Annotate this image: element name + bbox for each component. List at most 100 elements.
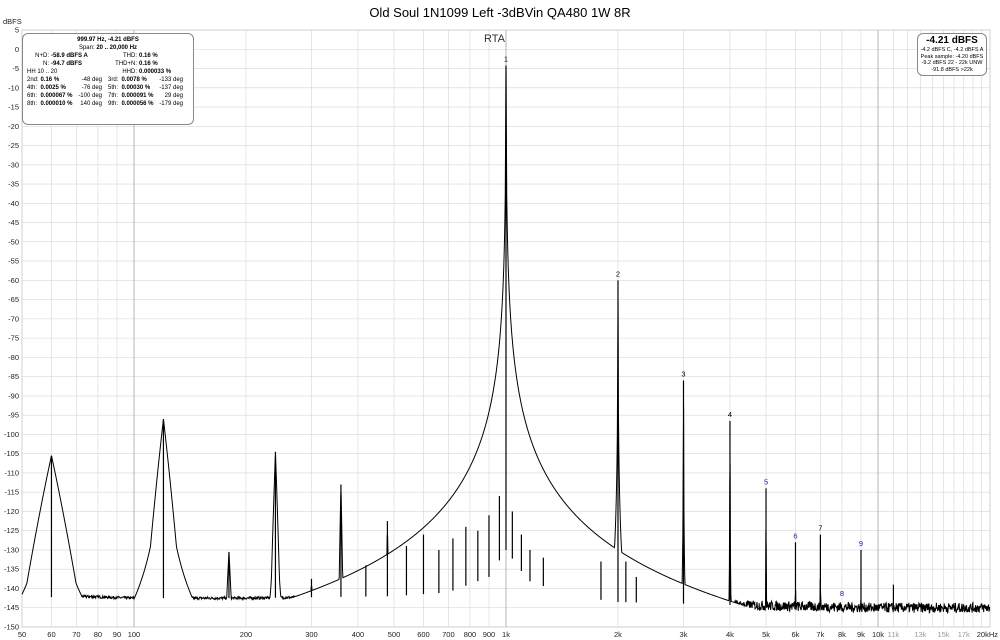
y-tick-label: 0 bbox=[15, 45, 19, 54]
harmonic-phase: 29 deg bbox=[164, 93, 183, 99]
x-tick-label: 400 bbox=[352, 630, 365, 639]
x-tick-label: 100 bbox=[128, 630, 141, 639]
y-tick-label: -50 bbox=[8, 237, 19, 246]
y-tick-label: -65 bbox=[8, 295, 19, 304]
x-tick-label: 90 bbox=[113, 630, 121, 639]
harmonic-label: 2nd: bbox=[27, 77, 39, 83]
x-tick-label: 7k bbox=[816, 630, 824, 639]
y-tick-label: -70 bbox=[8, 314, 19, 323]
harmonic-value: 0.000067 % bbox=[40, 93, 73, 99]
stats-value: 0.000033 % bbox=[139, 69, 172, 75]
stats-label: HH 10 .. 20 bbox=[27, 69, 58, 75]
harmonic-label-6: 6 bbox=[793, 531, 797, 540]
harmonic-phase: 140 deg bbox=[80, 101, 102, 107]
harmonic-label: 6th: bbox=[27, 93, 38, 99]
harmonic-value: 0.000056 % bbox=[121, 101, 154, 107]
y-tick-label: -30 bbox=[8, 160, 19, 169]
harmonic-label-1: 1 bbox=[504, 54, 508, 63]
harmonic-phase: -100 deg bbox=[78, 93, 102, 99]
harmonic-value: 0.000091 % bbox=[121, 93, 154, 99]
x-tick-label: 9k bbox=[857, 630, 865, 639]
stats-label: N+D: bbox=[35, 53, 49, 59]
harmonic-label-3: 3 bbox=[681, 369, 685, 378]
harmonic-label-5: 5 bbox=[764, 477, 768, 486]
harmonic-row: 4th: 0.0025 % -76 deg 5th: 0.00030 % -137 deg bbox=[27, 84, 189, 92]
x-tick-label: 8k bbox=[838, 630, 846, 639]
x-tick-label: 60 bbox=[47, 630, 55, 639]
chart-subtitle: RTA bbox=[484, 33, 505, 45]
y-tick-label: -115 bbox=[5, 488, 19, 497]
y-tick-label: -80 bbox=[8, 353, 19, 362]
x-tick-label: 2k bbox=[614, 630, 622, 639]
y-tick-label: -15 bbox=[8, 103, 19, 112]
x-tick-label: 200 bbox=[240, 630, 253, 639]
harmonic-phase: -179 deg bbox=[159, 101, 183, 107]
level-readout-line4: -91.8 dBFS >22k bbox=[931, 66, 973, 73]
x-tick-label-minor: 15k bbox=[937, 630, 949, 639]
stats-span-label: Span: bbox=[78, 45, 95, 51]
x-tick-label: 80 bbox=[94, 630, 102, 639]
stats-row: N: -94.7 dBFS THD+N: 0.16 % bbox=[27, 60, 189, 68]
stats-label: N: bbox=[43, 61, 49, 67]
harmonic-label-8: 8 bbox=[840, 589, 844, 598]
y-tick-label: -5 bbox=[12, 64, 19, 73]
x-tick-label: 700 bbox=[442, 630, 455, 639]
y-tick-label: -145 bbox=[4, 603, 19, 612]
x-tick-label: 6k bbox=[792, 630, 800, 639]
y-tick-label: -140 bbox=[4, 584, 19, 593]
y-tick-label: -55 bbox=[8, 257, 19, 266]
y-tick-label: -20 bbox=[8, 122, 19, 131]
harmonic-label: 7th: bbox=[108, 93, 119, 99]
y-tick-label: -110 bbox=[5, 468, 19, 477]
stats-label: THD: bbox=[123, 53, 137, 59]
harmonic-row: 2nd: 0.16 % -48 deg 3rd: 0.0078 % -133 deg bbox=[27, 76, 189, 84]
x-tick-label: 1k bbox=[502, 630, 510, 639]
harmonic-label: 5th: bbox=[108, 85, 119, 91]
harmonic-phase: -48 deg bbox=[81, 77, 102, 83]
harmonic-phase: -76 deg bbox=[81, 85, 102, 91]
harmonic-label-9: 9 bbox=[859, 539, 863, 548]
y-tick-label: 5 bbox=[15, 26, 19, 35]
level-readout-panel: -4.21 dBFS -4.2 dBFS C, -4.2 dBFS A Peak… bbox=[917, 33, 987, 76]
x-tick-label: 70 bbox=[72, 630, 80, 639]
y-tick-label: -105 bbox=[4, 449, 19, 458]
y-tick-label: -120 bbox=[4, 507, 19, 516]
y-tick-label: -25 bbox=[8, 141, 19, 150]
stats-label: THD+N: bbox=[115, 61, 137, 67]
x-tick-label: 5k bbox=[762, 630, 770, 639]
stats-rows: N+D: -58.9 dBFS A THD: 0.16 % N: -94.7 dBFS TH… bbox=[27, 52, 189, 76]
x-tick-label: 900 bbox=[483, 630, 496, 639]
y-tick-label: -60 bbox=[8, 276, 19, 285]
stats-frequency-level: 999.97 Hz, -4.21 dBFS bbox=[77, 37, 139, 43]
level-readout-line3: -9.2 dBFS 22 - 22k UNW bbox=[921, 60, 983, 66]
harmonic-value: 0.16 % bbox=[40, 77, 60, 83]
harmonic-value: 0.0025 % bbox=[40, 85, 66, 91]
x-tick-label: 10k bbox=[872, 630, 884, 639]
y-tick-label: -95 bbox=[8, 411, 19, 420]
stats-value: 0.16 % bbox=[139, 53, 158, 59]
stats-value: 0.16 % bbox=[139, 61, 158, 67]
y-tick-label: -10 bbox=[8, 83, 19, 92]
harmonic-label: 3rd: bbox=[108, 77, 119, 83]
level-readout-line1: -4.2 dBFS C, -4.2 dBFS A bbox=[920, 47, 984, 53]
harmonic-value: 0.00030 % bbox=[121, 85, 151, 91]
harmonic-label-7: 7 bbox=[818, 524, 822, 533]
harmonic-phase: -133 deg bbox=[159, 77, 183, 83]
y-tick-label: -100 bbox=[4, 430, 19, 439]
harmonic-row: 6th: 0.000067 % -100 deg 7th: 0.000091 % 29 d… bbox=[27, 92, 189, 100]
harmonic-value: 0.0078 % bbox=[121, 77, 147, 83]
y-tick-label: -150 bbox=[4, 623, 19, 632]
harmonic-value: 0.000010 % bbox=[40, 101, 73, 107]
level-readout-main: -4.21 dBFS bbox=[926, 35, 978, 46]
stats-label: HHD: bbox=[122, 69, 137, 75]
harmonic-phase: -137 deg bbox=[159, 85, 183, 91]
y-tick-label: -85 bbox=[8, 372, 19, 381]
y-tick-label: -90 bbox=[8, 391, 19, 400]
harmonic-label: 9th: bbox=[108, 101, 119, 107]
y-tick-label: -35 bbox=[8, 180, 19, 189]
stats-value: -94.7 dBFS bbox=[51, 61, 83, 67]
x-tick-label: 50 bbox=[18, 630, 26, 639]
harmonic-label-2: 2 bbox=[616, 269, 620, 278]
x-tick-label: 3k bbox=[680, 630, 688, 639]
x-tick-label: 600 bbox=[417, 630, 430, 639]
